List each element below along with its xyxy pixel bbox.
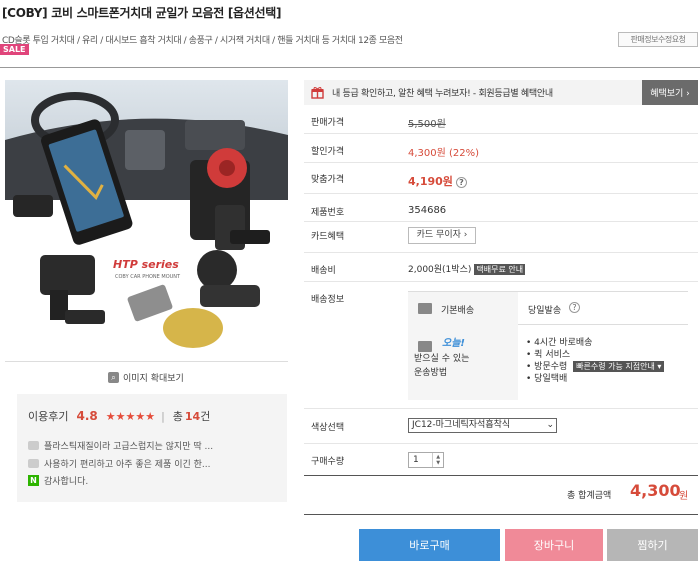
review-item[interactable]: N 감사합니다. (28, 474, 88, 487)
today-sub1: 받으실 수 있는 (414, 354, 470, 364)
shipping-method-item: • 퀵 서비스 (526, 350, 571, 360)
color-select[interactable]: JC12-마그네틱자석흡착식 ⌄ (408, 418, 557, 433)
quantity-value[interactable]: 1 (409, 453, 432, 467)
sale-price-value: 5,500원 (408, 119, 446, 130)
truck-icon (418, 303, 432, 314)
custom-price-label: 맞춤가격 (311, 175, 345, 185)
shipping-method-item: • 방문수령 빠른수령 가능 지점안내 ▾ (526, 361, 665, 373)
today-label: 오늘! (442, 338, 465, 349)
sale-price-label: 판매가격 (311, 118, 345, 128)
row-divider (304, 133, 698, 134)
product-image: HTP series COBY CAR PHONE MOUNT (5, 80, 288, 361)
naver-icon: N (28, 475, 39, 486)
color-select-label: 색상선택 (311, 423, 345, 433)
today-shipping-cell: 오늘! 받으실 수 있는 운송방법 (408, 325, 518, 400)
review-score: 4.8 (76, 409, 98, 423)
basic-shipping-value: 당일발송 (528, 306, 562, 316)
today-sub2: 운송방법 (414, 368, 448, 378)
row-divider (304, 281, 698, 282)
gift-icon (311, 87, 324, 99)
brand-text: HTP series (113, 258, 179, 271)
benefit-view-button[interactable]: 혜택보기 › (642, 80, 698, 105)
zoom-image-button[interactable]: ⌕ 이미지 확대보기 (108, 371, 184, 384)
review-separator: | (161, 409, 165, 423)
sale-badge: SALE (0, 44, 29, 55)
wishlist-button[interactable]: 찜하기 (607, 529, 698, 561)
quantity-stepper[interactable]: 1 ▲ ▼ (408, 452, 444, 468)
chevron-down-icon: ⌄ (546, 420, 554, 430)
shipping-method-item: • 당일택배 (526, 374, 568, 384)
shipping-fee-value: 2,000원(1박스) (408, 265, 472, 275)
review-count[interactable]: 14 (185, 410, 200, 423)
pickup-branch-dropdown[interactable]: 빠른수령 가능 지점안내 ▾ (573, 361, 665, 372)
review-text: 플라스틱재질이라 고급스럽지는 않지만 딱 ... (44, 442, 214, 452)
total-divider-bottom (304, 514, 698, 515)
row-divider (304, 193, 698, 194)
discount-price-label: 할인가격 (311, 147, 345, 157)
total-unit: 원 (679, 491, 689, 502)
shipping-info-label: 배송정보 (311, 295, 345, 305)
add-to-cart-button[interactable]: 장바구니 (505, 529, 603, 561)
card-interest-free-button[interactable]: 카드 무이자 › (408, 227, 476, 244)
total-divider-top (304, 475, 698, 476)
custom-price-value: 4,190원 (408, 175, 453, 188)
header-divider (0, 67, 700, 68)
image-divider (5, 361, 288, 362)
row-divider (304, 408, 698, 409)
membership-promo-banner[interactable]: 내 등급 확인하고, 알찬 혜택 누려보자! - 회원등급별 혜택안내 혜택보기… (304, 80, 698, 105)
free-shipping-badge[interactable]: 택배무료 안내 (474, 264, 526, 275)
row-divider (304, 443, 698, 444)
basic-shipping-cell: 기본배송 (408, 292, 518, 325)
total-label: 총 합계금액 (567, 491, 612, 501)
page-subtitle: CD슬롯 투입 거치대 / 유리 / 대시보드 흡착 거치대 / 송풍구 / 시… (2, 36, 403, 46)
discount-price-value: 4,300원 (22%) (408, 148, 480, 159)
star-rating-icon: ★★★★★ (105, 409, 156, 423)
review-label: 이용후기 (28, 410, 69, 423)
shipping-info-box: 기본배송 당일발송 ? 오늘! 받으실 수 있는 운송방법 • 4시간 바로배송… (408, 291, 688, 400)
review-count-label: 총 (172, 410, 183, 423)
review-header: 이용후기 4.8 ★★★★★ | 총 14 건 (28, 408, 210, 424)
question-icon[interactable]: ? (455, 176, 467, 188)
review-text: 감사합니다. (44, 477, 89, 487)
basic-shipping-label: 기본배송 (441, 306, 475, 316)
row-divider (304, 252, 698, 253)
shipping-methods-list: • 4시간 바로배송 • 퀵 서비스 • 방문수령 빠른수령 가능 지점안내 ▾… (526, 337, 665, 385)
review-summary: 이용후기 4.8 ★★★★★ | 총 14 건 플라스틱재질이라 고급스럽지는 … (17, 394, 287, 502)
product-number-value: 354686 (408, 205, 447, 216)
brand-subtext: COBY CAR PHONE MOUNT (115, 274, 181, 280)
shipping-fee-row: 2,000원(1박스) 택배무료 안내 (408, 262, 526, 275)
custom-price-row: 4,190원? (408, 173, 467, 189)
review-item[interactable]: 플라스틱재질이라 고급스럽지는 않지만 딱 ... (28, 439, 213, 452)
basic-shipping-row: 기본배송 당일발송 ? (408, 292, 688, 325)
page-title: [COBY] 코비 스마트폰거치대 균일가 모음전 [옵션선택] (2, 6, 282, 20)
seller-info-button[interactable]: 판매정보수정요청 (618, 32, 698, 47)
promo-text: 내 등급 확인하고, 알찬 혜택 누려보자! - 회원등급별 혜택안내 (332, 89, 553, 99)
zoom-label: 이미지 확대보기 (123, 374, 184, 384)
quantity-arrows[interactable]: ▲ ▼ (432, 453, 443, 467)
card-benefit-label: 카드혜택 (311, 232, 345, 242)
review-count-unit: 건 (200, 410, 211, 423)
question-icon[interactable]: ? (569, 302, 580, 313)
speech-bubble-icon (28, 459, 39, 468)
row-divider (304, 221, 698, 222)
buy-now-button[interactable]: 바로구매 (359, 529, 500, 561)
review-text: 사용하기 편리하고 아주 좋은 제품 이긴 한... (44, 460, 211, 470)
shipping-fee-label: 배송비 (311, 266, 336, 276)
shipping-method-item: • 4시간 바로배송 (526, 338, 593, 348)
color-select-value: JC12-마그네틱자석흡착식 (412, 420, 511, 430)
product-number-label: 제품번호 (311, 208, 345, 218)
quantity-label: 구매수량 (311, 457, 345, 467)
product-photo-graphic: HTP series COBY CAR PHONE MOUNT (5, 80, 288, 361)
row-divider (304, 162, 698, 163)
magnifier-icon: ⌕ (108, 372, 119, 383)
total-value: 4,300 (630, 481, 681, 500)
decrement-icon[interactable]: ▼ (436, 460, 440, 466)
speech-bubble-icon (28, 441, 39, 450)
review-item[interactable]: 사용하기 편리하고 아주 좋은 제품 이긴 한... (28, 457, 211, 470)
